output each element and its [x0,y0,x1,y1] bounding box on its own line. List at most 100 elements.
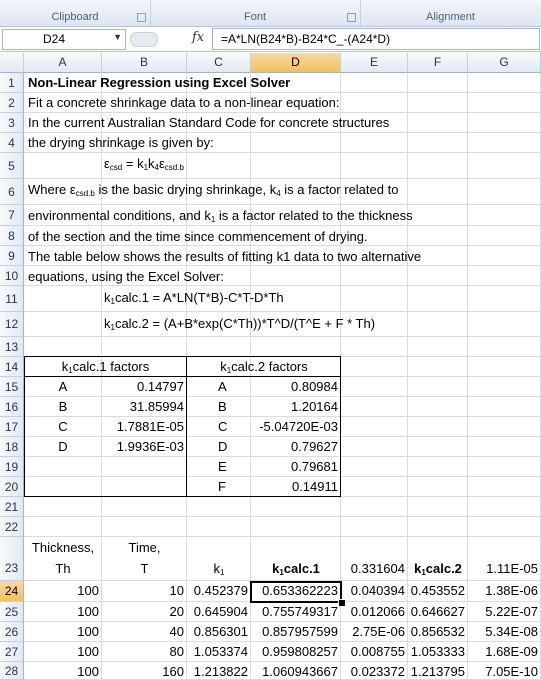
cell-b27: 80 [169,644,184,659]
cell-d25: 0.755749317 [262,604,338,619]
cell-e28: 0.023372 [350,664,405,679]
cell-a26: 100 [77,624,99,639]
row-header[interactable]: 19 [0,457,24,477]
insert-function-icon[interactable]: fx [192,30,204,45]
row-header[interactable]: 28 [0,662,24,680]
row-header[interactable]: 26 [0,622,24,642]
formula-input[interactable]: =A*LN(B24*B)-B24*C_-(A24*D) [212,28,540,50]
row-header[interactable]: 17 [0,417,24,437]
cell-b26: 40 [169,624,184,639]
row-header[interactable]: 23 [0,537,24,581]
eq-subscript: csd [109,163,123,172]
row-header[interactable]: 27 [0,642,24,662]
factor2-name: B [218,399,227,414]
fill-handle[interactable] [338,599,346,607]
row-header[interactable]: 24 [0,581,24,602]
cell-g25: 5.22E-07 [485,604,538,619]
row-header[interactable]: 22 [0,517,24,537]
factor2-name: F [218,479,226,494]
header-subscript: 1 [220,568,225,577]
factor1-name: B [58,399,68,414]
row-header[interactable]: 9 [0,246,24,266]
text-part: environmental conditions, and k [28,208,211,223]
column-header-f[interactable]: F [408,53,468,73]
header-th: Th [55,561,71,576]
row-header[interactable]: 18 [0,437,24,457]
eq-part: calc.1 = A*LN(T*B)-C*T-D*Th [114,290,284,305]
chevron-down-icon[interactable]: ▼ [113,32,122,42]
header-k1: k1 [187,561,251,577]
factor1-value: 1.7881E-05 [116,419,184,434]
factor2-name: A [218,379,227,394]
text-line: environmental conditions, and k1 is a fa… [28,208,413,224]
row-header[interactable]: 16 [0,397,24,417]
row-header[interactable]: 5 [0,153,24,179]
table-border [24,356,25,497]
row-header[interactable]: 8 [0,226,24,246]
formula-bar: D24 ▼ fx =A*LN(B24*B)-B24*C_-(A24*D) [0,27,541,52]
header-part: calc.2 [425,561,462,576]
row-header[interactable]: 15 [0,377,24,397]
row-header[interactable]: 4 [0,133,24,153]
factor1-value: 1.9936E-03 [116,439,184,454]
sum-sq-error-2: 1.11E-05 [486,561,538,576]
row-header[interactable]: 3 [0,113,24,133]
row-header[interactable]: 7 [0,205,24,226]
factor1-name: A [58,379,68,394]
factor1-value: 0.14797 [137,379,184,394]
cell-a28: 100 [77,664,99,679]
row-header[interactable]: 11 [0,286,24,312]
column-header-a[interactable]: A [24,53,102,73]
row-header[interactable]: 1 [0,73,24,93]
text-line: the drying shrinkage is given by: [28,135,214,150]
column-header-c[interactable]: C [187,53,251,73]
cell-c28: 1.213822 [193,664,248,679]
sheet-title: Non-Linear Regression using Excel Solver [28,75,291,90]
ribbon: Clipboard Font Alignment [0,0,541,27]
cell-d27: 0.959808257 [262,644,338,659]
text-line: equations, using the Excel Solver: [28,269,224,284]
table-border [24,496,341,497]
column-header-b[interactable]: B [102,53,187,73]
ribbon-group-label: Clipboard [51,11,99,23]
cell-g26: 5.34E-08 [485,624,538,639]
row-header[interactable]: 20 [0,477,24,497]
cell-a27: 100 [77,644,99,659]
cell-d26: 0.857957599 [262,624,338,639]
select-all-corner[interactable] [0,53,24,73]
row-header[interactable]: 13 [0,337,24,357]
cell-e25: 0.012066 [350,604,405,619]
row-header[interactable]: 14 [0,357,24,377]
row-header[interactable]: 25 [0,602,24,622]
factors2-header: k1calc.2 factors [187,359,341,375]
worksheet-grid[interactable]: A B C D E F G 1 2 3 4 5 6 7 8 9 10 11 12 13 14 15 16 17 1… [0,53,541,680]
column-header-d[interactable]: D [251,53,341,73]
column-header-e[interactable]: E [341,53,408,73]
eq-subscript: csd.b [164,163,184,172]
name-box[interactable]: D24 ▼ [2,29,126,50]
cell-a25: 100 [77,604,99,619]
row-header[interactable]: 21 [0,497,24,517]
row-header[interactable]: 12 [0,312,24,337]
formula-text: =A*LN(B24*B)-B24*C_-(A24*D) [221,32,391,46]
eq-part: calc.2 = (A+B*exp(C*Th))*T^D/(T^E + F * … [114,316,376,331]
row-header[interactable]: 10 [0,266,24,286]
header-thickness: Thickness, [31,540,95,555]
row-header[interactable]: 2 [0,93,24,113]
text-line: The table below shows the results of fit… [28,249,422,264]
column-header-g[interactable]: G [468,53,541,73]
text-line: In the current Australian Standard Code … [28,115,390,130]
cell-f25: 0.646627 [410,604,465,619]
cell-d28: 1.060943667 [262,664,338,679]
text-line: Where εcsd.b is the basic drying shrinka… [28,182,398,198]
cell-f24: 0.453552 [410,583,465,598]
cell-c24: 0.452379 [193,583,248,598]
dialog-launcher-icon[interactable] [137,13,146,22]
shrinkage-equation: εcsd = k1k4εcsd.b [104,156,184,172]
factor1-value: 31.85994 [129,399,184,414]
dialog-launcher-icon[interactable] [347,13,356,22]
factor2-name: D [218,439,228,454]
active-cell-d24[interactable] [250,581,342,603]
row-header[interactable]: 6 [0,179,24,205]
formula-bar-resize-handle[interactable] [130,32,158,47]
